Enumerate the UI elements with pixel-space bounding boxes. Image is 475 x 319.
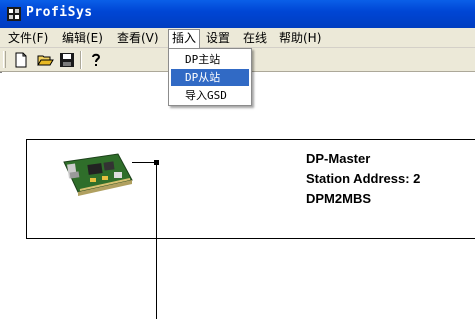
bus-connector bbox=[132, 162, 156, 163]
insert-dropdown-menu: DP主站 DP从站 导入GSD bbox=[168, 48, 252, 106]
title-bar[interactable]: ProfiSys bbox=[0, 0, 475, 28]
toolbar-grip[interactable] bbox=[3, 51, 6, 68]
toolbar-separator bbox=[80, 51, 82, 69]
open-folder-icon[interactable] bbox=[36, 51, 54, 69]
menu-item-import-gsd[interactable]: 导入GSD bbox=[171, 87, 249, 104]
menu-file[interactable]: 文件(F) bbox=[5, 30, 51, 46]
device-model: DPM2MBS bbox=[306, 191, 372, 206]
menu-view[interactable]: 查看(V) bbox=[114, 30, 162, 46]
menu-item-dp-slave[interactable]: DP从站 bbox=[171, 69, 249, 86]
window-title: ProfiSys bbox=[26, 5, 93, 20]
new-file-icon[interactable] bbox=[12, 51, 30, 69]
menu-help[interactable]: 帮助(H) bbox=[276, 30, 324, 46]
menu-insert[interactable]: 插入 bbox=[168, 29, 201, 48]
pci-card-icon bbox=[63, 153, 133, 196]
profibus-line bbox=[156, 162, 157, 319]
menu-settings[interactable]: 设置 bbox=[203, 30, 233, 46]
menu-online[interactable]: 在线 bbox=[240, 30, 270, 46]
help-question-icon[interactable] bbox=[87, 51, 105, 69]
device-name: DP-Master bbox=[306, 151, 371, 166]
menu-edit[interactable]: 编辑(E) bbox=[59, 30, 106, 46]
app-icon bbox=[7, 7, 21, 21]
station-address: Station Address: 2 bbox=[306, 171, 421, 186]
menu-item-dp-master[interactable]: DP主站 bbox=[171, 51, 249, 68]
app-window: ProfiSys 文件(F) 编辑(E) 查看(V) 插入 设置 在线 帮助(H… bbox=[0, 0, 475, 319]
save-disk-icon[interactable] bbox=[58, 51, 76, 69]
menu-bar: 文件(F) 编辑(E) 查看(V) 插入 设置 在线 帮助(H) bbox=[0, 28, 475, 48]
